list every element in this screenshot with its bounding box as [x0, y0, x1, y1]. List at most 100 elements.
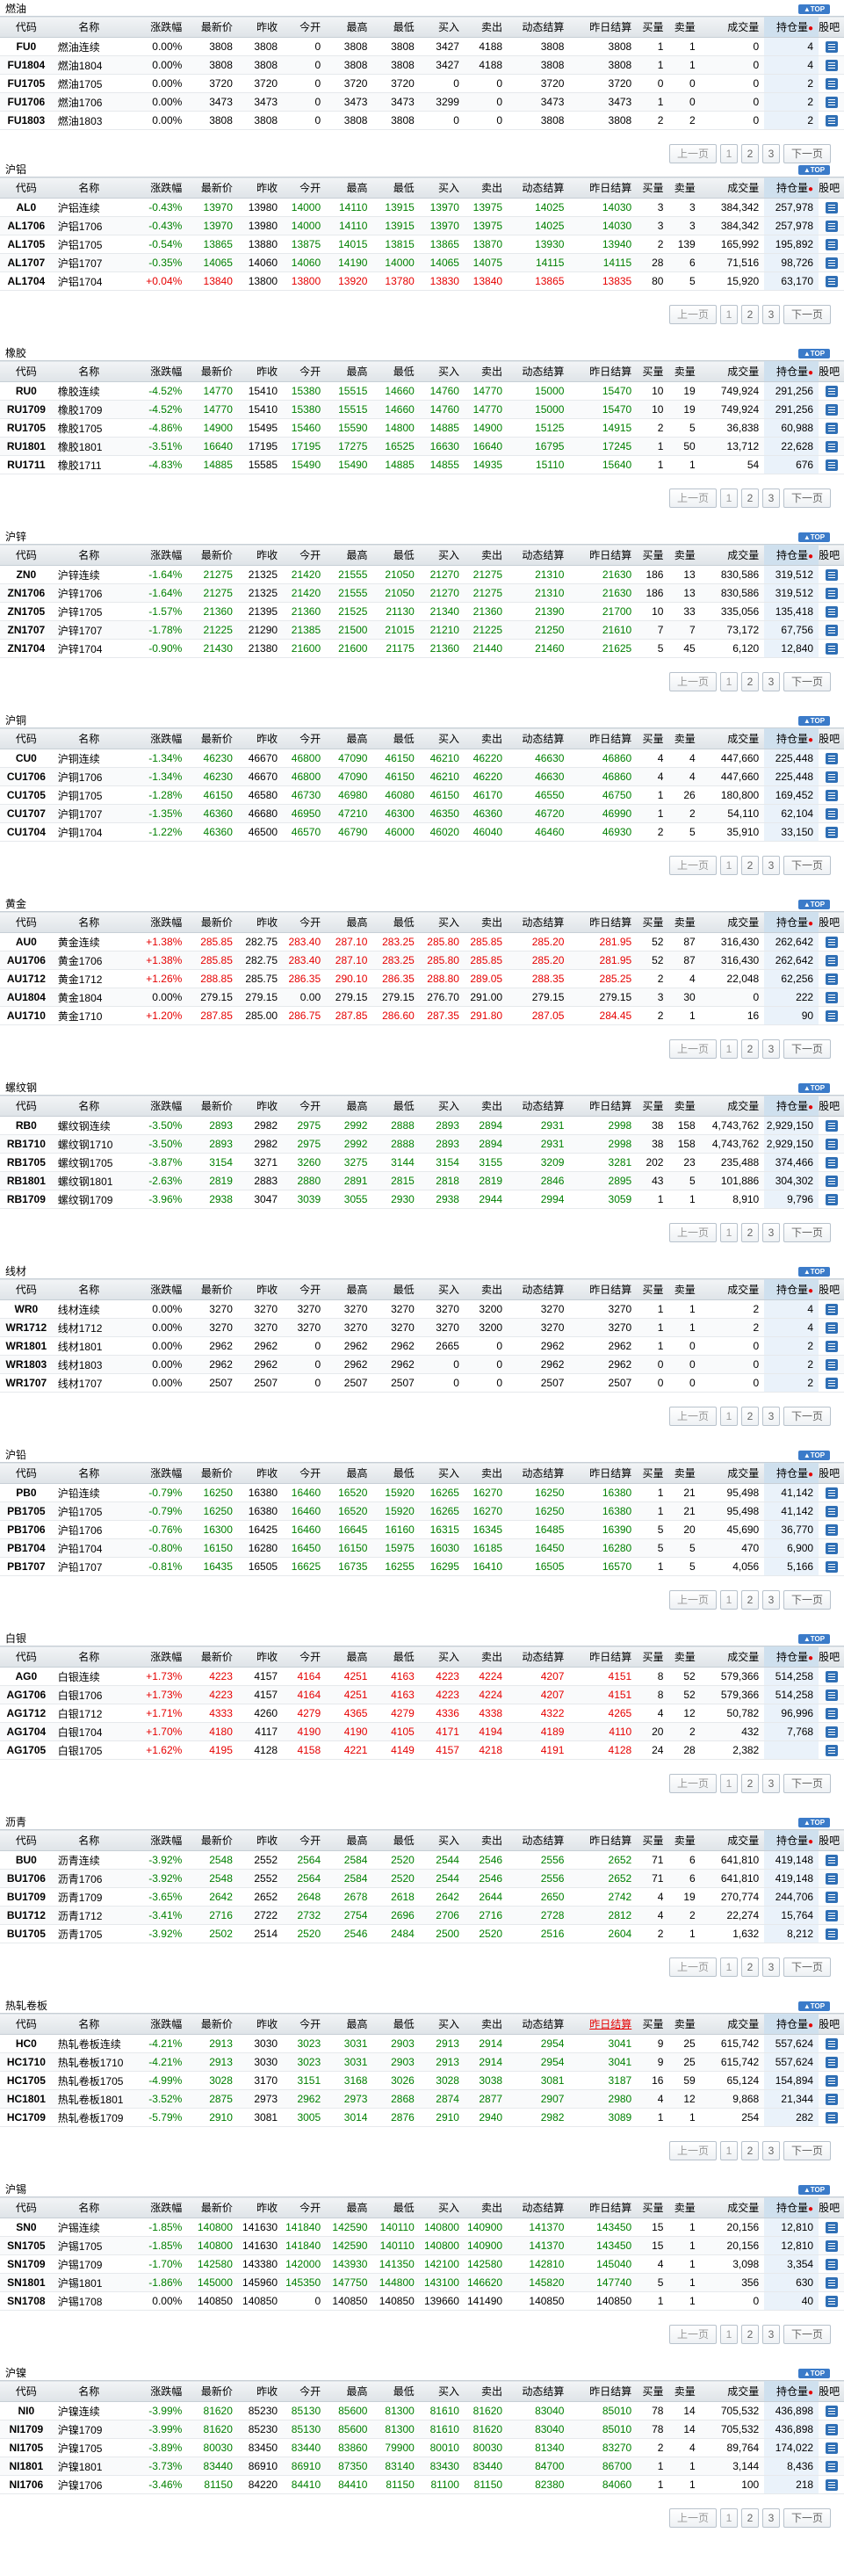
table-row[interactable]: PB1705 沪铅1705 -0.79% 16250 16380 16460 16520 15… — [0, 1501, 844, 1521]
col-open[interactable]: 今开 — [283, 17, 326, 38]
cell-code[interactable]: FU1706 — [0, 93, 53, 112]
cell-name[interactable]: 沪镍1706 — [53, 2476, 126, 2494]
table-row[interactable]: AU0 黄金连续 +1.38% 285.85 282.75 283.40 287.10 283… — [0, 932, 844, 952]
col-hold[interactable]: 持仓量● — [764, 360, 819, 382]
cell-name[interactable]: 沪铜1704 — [53, 823, 126, 842]
cell-code[interactable]: WR1801 — [0, 1337, 53, 1356]
col-open[interactable]: 今开 — [283, 1646, 326, 1668]
col-open[interactable]: 今开 — [283, 177, 326, 199]
col-ask_vol[interactable]: 卖量 — [668, 2381, 700, 2402]
col-prev_settle[interactable]: 昨日结算 — [569, 361, 637, 382]
table-row[interactable]: PB1704 沪铅1704 -0.80% 16150 16280 16450 16150 15… — [0, 1538, 844, 1558]
pager-page-2[interactable]: 2 — [741, 672, 759, 691]
forum-icon[interactable] — [825, 1176, 838, 1188]
pager-prev-button[interactable]: 上一页 — [669, 488, 717, 508]
pager-page-3[interactable]: 3 — [762, 305, 780, 324]
table-row[interactable]: WR1801 线材1801 0.00% 2962 2962 0 2962 2962 2665 0 2… — [0, 1336, 844, 1356]
col-prev_close[interactable]: 昨收 — [238, 2197, 283, 2218]
col-hold[interactable]: 持仓量● — [764, 1278, 819, 1300]
col-name[interactable]: 名称 — [53, 1646, 126, 1668]
col-code[interactable]: 代码 — [0, 1096, 53, 1117]
cell-code[interactable]: RB1710 — [0, 1135, 53, 1154]
forum-icon[interactable] — [825, 2277, 838, 2290]
forum-icon[interactable] — [825, 790, 838, 802]
pager-next-button[interactable]: 下一页 — [783, 672, 831, 691]
col-prev_settle[interactable]: 昨日结算 — [569, 728, 637, 749]
col-low[interactable]: 最低 — [372, 1646, 419, 1668]
forum-icon[interactable] — [825, 643, 838, 655]
col-pin[interactable]: 股吧 — [819, 912, 844, 933]
cell-code[interactable]: CU1705 — [0, 786, 53, 805]
cell-code[interactable]: BU1706 — [0, 1870, 53, 1888]
pager-page-3[interactable]: 3 — [762, 856, 780, 875]
col-code[interactable]: 代码 — [0, 2197, 53, 2218]
col-volume[interactable]: 成交量 — [701, 1279, 765, 1300]
pager-next-button[interactable]: 下一页 — [783, 2141, 831, 2160]
cell-name[interactable]: 沪铝1704 — [53, 272, 126, 291]
col-bid[interactable]: 买入 — [420, 912, 465, 933]
col-dyn_settle[interactable]: 动态结算 — [508, 177, 569, 199]
col-pin[interactable]: 股吧 — [819, 1279, 844, 1300]
col-volume[interactable]: 成交量 — [701, 545, 765, 566]
col-prev_close[interactable]: 昨收 — [238, 912, 283, 933]
col-bid_vol[interactable]: 买量 — [637, 361, 668, 382]
col-high[interactable]: 最高 — [326, 1463, 372, 1484]
col-low[interactable]: 最低 — [372, 545, 419, 566]
cell-code[interactable]: RB1709 — [0, 1190, 53, 1209]
cell-name[interactable]: 沪锡1801 — [53, 2274, 126, 2292]
col-open[interactable]: 今开 — [283, 1830, 326, 1851]
forum-icon[interactable] — [825, 569, 838, 582]
col-low[interactable]: 最低 — [372, 2014, 419, 2035]
forum-icon[interactable] — [825, 588, 838, 600]
col-chg[interactable]: 涨跌幅 — [126, 545, 187, 566]
cell-name[interactable]: 沪铅1704 — [53, 1539, 126, 1558]
table-row[interactable]: BU1712 沥青1712 -3.41% 2716 2722 2732 2754 2696 27… — [0, 1906, 844, 1925]
col-open[interactable]: 今开 — [283, 1096, 326, 1117]
col-bid[interactable]: 买入 — [420, 1279, 465, 1300]
col-name[interactable]: 名称 — [53, 2381, 126, 2402]
col-chg[interactable]: 涨跌幅 — [126, 177, 187, 199]
cell-name[interactable]: 热轧卷板1801 — [53, 2090, 126, 2109]
col-ask_vol[interactable]: 卖量 — [668, 1830, 700, 1851]
col-ask[interactable]: 卖出 — [465, 728, 508, 749]
pager-page-1[interactable]: 1 — [720, 305, 738, 324]
col-ask_vol[interactable]: 卖量 — [668, 1463, 700, 1484]
col-ask_vol[interactable]: 卖量 — [668, 177, 700, 199]
pager-page-2[interactable]: 2 — [741, 488, 759, 508]
pager-page-3[interactable]: 3 — [762, 2508, 780, 2528]
col-hold[interactable]: 持仓量● — [764, 2380, 819, 2402]
cell-code[interactable]: HC1709 — [0, 2109, 53, 2127]
cell-code[interactable]: AL1706 — [0, 217, 53, 235]
table-row[interactable]: ZN1705 沪锌1705 -1.57% 21360 21395 21360 21525 21… — [0, 602, 844, 621]
cell-code[interactable]: PB0 — [0, 1484, 53, 1502]
forum-icon[interactable] — [825, 1910, 838, 1922]
cell-code[interactable]: AU1712 — [0, 970, 53, 988]
col-prev_close[interactable]: 昨收 — [238, 177, 283, 199]
col-bid[interactable]: 买入 — [420, 1463, 465, 1484]
pager-next-button[interactable]: 下一页 — [783, 305, 831, 324]
col-hold[interactable]: 持仓量● — [764, 1462, 819, 1484]
cell-code[interactable]: HC0 — [0, 2035, 53, 2053]
table-row[interactable]: BU1705 沥青1705 -3.92% 2502 2514 2520 2546 2484 25… — [0, 1924, 844, 1943]
col-last[interactable]: 最新价 — [187, 177, 238, 199]
col-prev_settle[interactable]: 昨日结算 — [569, 545, 637, 566]
top-button[interactable]: ▲TOP — [798, 2185, 830, 2195]
col-bid_vol[interactable]: 买量 — [637, 177, 668, 199]
cell-code[interactable]: NI1709 — [0, 2420, 53, 2439]
top-button[interactable]: ▲TOP — [798, 4, 830, 14]
col-high[interactable]: 最高 — [326, 2381, 372, 2402]
col-ask[interactable]: 卖出 — [465, 545, 508, 566]
cell-name[interactable]: 沪铅连续 — [53, 1484, 126, 1502]
table-row[interactable]: AL0 沪铝连续 -0.43% 13970 13980 14000 14110 13915 13… — [0, 198, 844, 217]
col-ask_vol[interactable]: 卖量 — [668, 1096, 700, 1117]
cell-code[interactable]: AG1705 — [0, 1741, 53, 1760]
pager-page-3[interactable]: 3 — [762, 1407, 780, 1426]
col-prev_settle[interactable]: 昨日结算 — [569, 1646, 637, 1668]
col-open[interactable]: 今开 — [283, 728, 326, 749]
table-row[interactable]: RU1801 橡胶1801 -3.51% 16640 17195 17195 17275 16… — [0, 437, 844, 456]
col-dyn_settle[interactable]: 动态结算 — [508, 361, 569, 382]
col-chg[interactable]: 涨跌幅 — [126, 728, 187, 749]
col-high[interactable]: 最高 — [326, 361, 372, 382]
cell-name[interactable]: 燃油1804 — [53, 56, 126, 75]
cell-name[interactable]: 螺纹钢1709 — [53, 1190, 126, 1209]
